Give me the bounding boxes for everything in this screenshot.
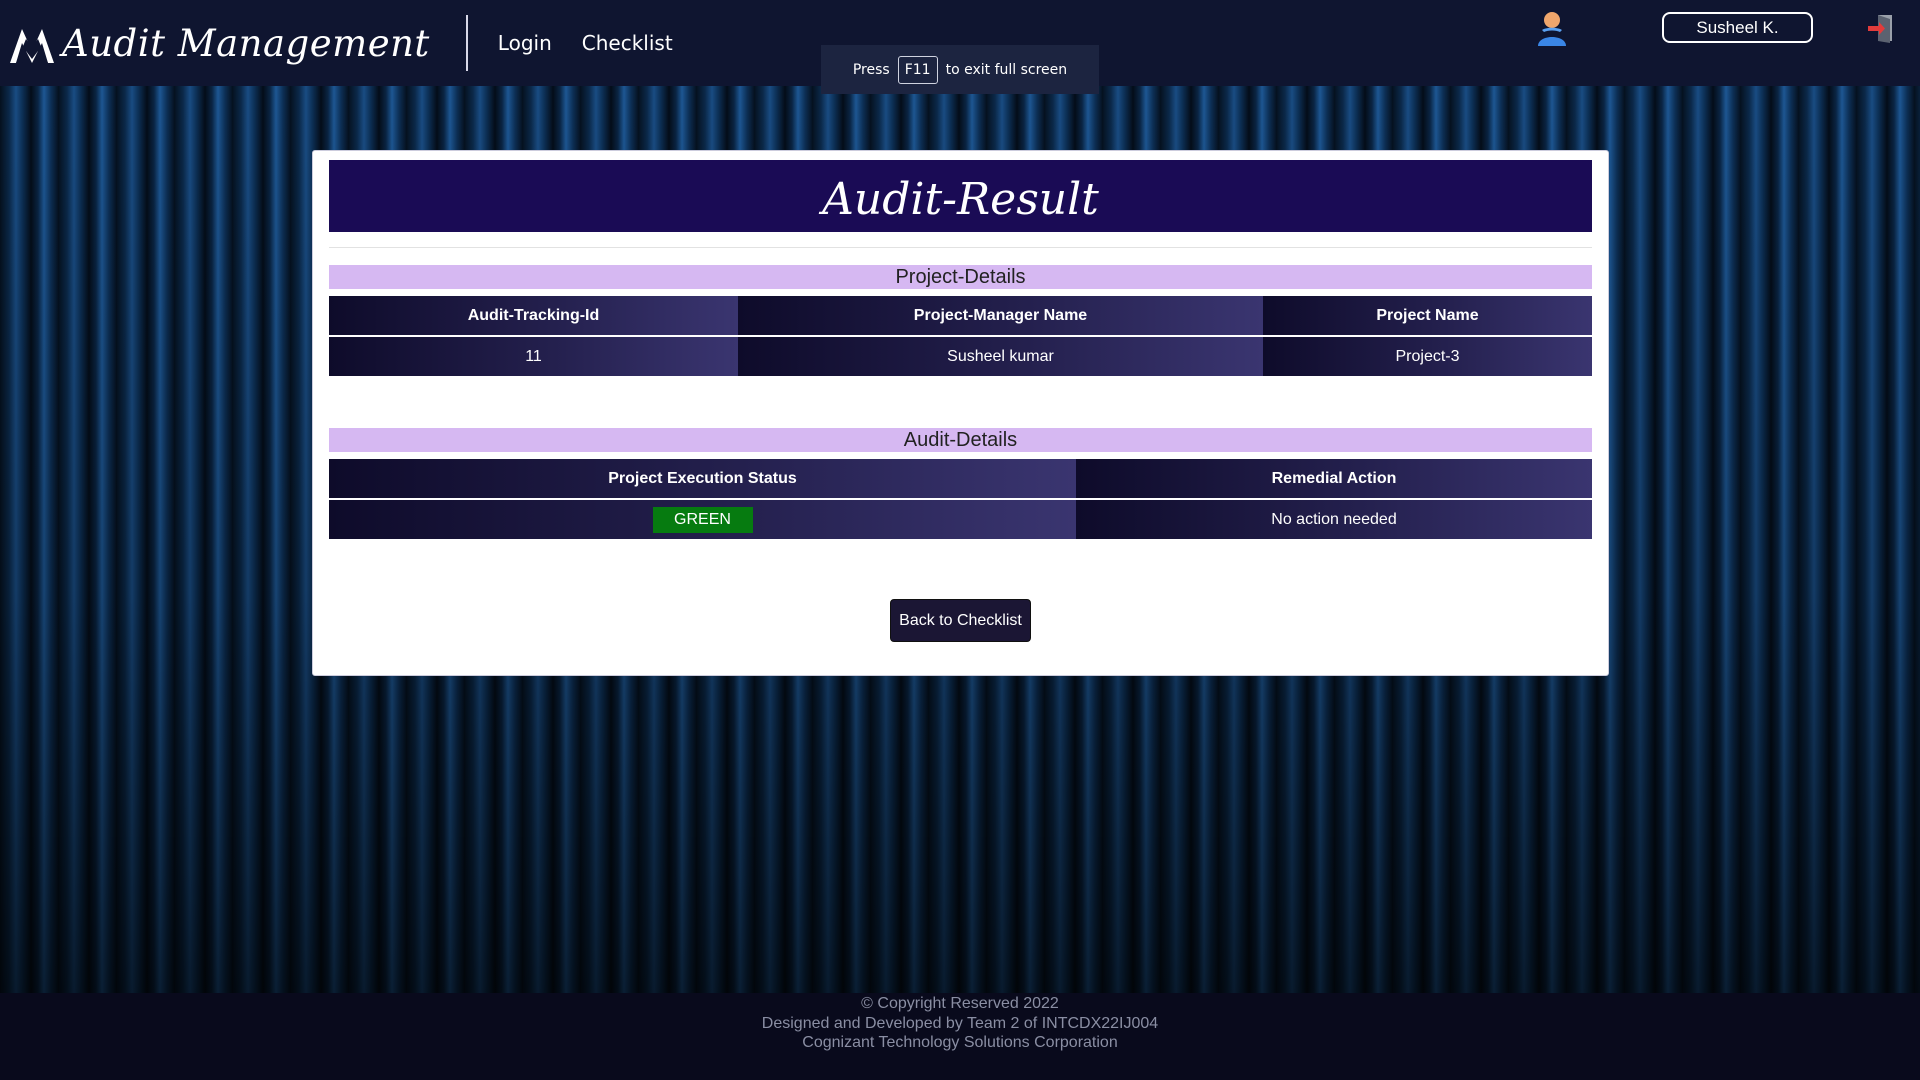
- project-details-title: Project-Details: [329, 265, 1592, 289]
- audit-tracking-id-value: 11: [329, 336, 738, 376]
- brand-title: Audit Management: [62, 21, 430, 65]
- table-row: 11 Susheel kumar Project-3: [329, 336, 1592, 376]
- brand[interactable]: Audit Management: [8, 0, 430, 86]
- footer-copyright: © Copyright Reserved 2022: [861, 995, 1059, 1012]
- column-header-project-name: Project Name: [1263, 296, 1592, 337]
- audit-result-card: Audit-Result Project-Details Audit-Track…: [312, 150, 1609, 676]
- nav-link-checklist[interactable]: Checklist: [582, 31, 673, 55]
- fullscreen-notice: Press F11 to exit full screen: [821, 45, 1099, 94]
- header-divider: [329, 247, 1592, 248]
- audit-details-title: Audit-Details: [329, 428, 1592, 452]
- project-name-value: Project-3: [1263, 336, 1592, 376]
- page-title: Audit-Result: [329, 160, 1592, 232]
- user-name-badge[interactable]: Susheel K.: [1662, 12, 1813, 43]
- table-row: GREEN No action needed: [329, 499, 1592, 539]
- nav-divider: [465, 15, 468, 71]
- audit-details-table: Project Execution Status Remedial Action…: [329, 459, 1592, 539]
- fullscreen-key: F11: [897, 55, 938, 84]
- back-to-checklist-button[interactable]: Back to Checklist: [890, 599, 1031, 642]
- logout-icon[interactable]: [1866, 13, 1896, 43]
- footer-credits: Designed and Developed by Team 2 of INTC…: [761, 1014, 1159, 1032]
- table-header-row: Project Execution Status Remedial Action: [329, 459, 1592, 500]
- page-footer: © Copyright Reserved 2022 Designed and D…: [0, 993, 1920, 1080]
- table-header-row: Audit-Tracking-Id Project-Manager Name P…: [329, 296, 1592, 337]
- project-manager-value: Susheel kumar: [738, 336, 1263, 376]
- project-details-table: Audit-Tracking-Id Project-Manager Name P…: [329, 296, 1592, 376]
- fullscreen-notice-suffix: to exit full screen: [945, 61, 1068, 78]
- column-header-remedial-action: Remedial Action: [1076, 459, 1592, 500]
- column-header-audit-tracking-id: Audit-Tracking-Id: [329, 296, 738, 337]
- column-header-project-manager: Project-Manager Name: [738, 296, 1263, 337]
- status-badge: GREEN: [652, 506, 753, 533]
- fullscreen-notice-prefix: Press: [852, 61, 890, 78]
- footer-company: Cognizant Technology Solutions Corporati…: [802, 1034, 1118, 1051]
- user-avatar-icon[interactable]: [1536, 10, 1568, 48]
- column-header-execution-status: Project Execution Status: [329, 459, 1076, 500]
- nav-link-login[interactable]: Login: [498, 31, 552, 55]
- remedial-action-value: No action needed: [1076, 499, 1592, 539]
- audit-logo-icon: [10, 29, 54, 63]
- execution-status-cell: GREEN: [329, 499, 1076, 539]
